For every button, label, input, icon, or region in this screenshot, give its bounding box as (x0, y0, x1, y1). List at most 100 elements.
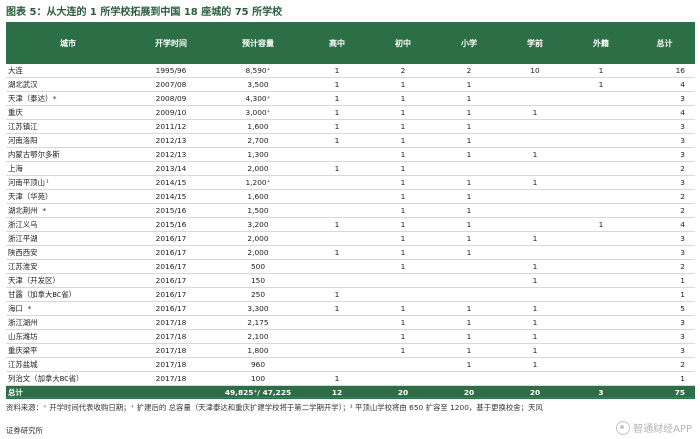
cell-foreign (568, 203, 634, 219)
watermark-logo-icon (616, 420, 631, 435)
cell-capacity: 3,000⁺ (212, 105, 304, 121)
cell-high (304, 189, 370, 205)
cell-city: 浙江平湖 (6, 231, 130, 247)
table-row: 湖北武汉 2007/08 3,500 1 1 1 1 4 (6, 77, 695, 93)
cell-capacity: 1,600 (212, 189, 304, 205)
cell-preschool: 1 (502, 329, 568, 345)
table-row: 江苏镇江 2011/12 1,600 1 1 1 3 (6, 119, 695, 135)
cell-city: 列治文（加拿大BC省） (6, 371, 130, 387)
cell-preschool (502, 217, 568, 233)
cell-city: 天津（华苑） (6, 189, 130, 205)
cell-primary: 1 (436, 119, 502, 135)
cell-city: 天津（开发区） (6, 273, 130, 289)
cell-preschool: 1 (502, 273, 568, 289)
cell-open-date: 2016/17 (130, 301, 212, 317)
footnote: 资料来源：⁺ 开学时间代表收购日期；⁺ 扩建后的 总容量（天津泰达和重庆扩建学校… (6, 403, 543, 412)
cell-city: 浙江湖州 (6, 315, 130, 331)
cell-row-total: 1 (634, 273, 695, 289)
cell-preschool: 1 (502, 105, 568, 121)
cell-preschool: 1 (502, 315, 568, 331)
cell-high (304, 315, 370, 331)
cell-middle (370, 287, 436, 303)
footnote-divider (6, 397, 695, 398)
cell-open-date: 2016/17 (130, 231, 212, 247)
cell-primary: 1 (436, 329, 502, 345)
cell-middle: 1 (370, 231, 436, 247)
cell-open-date: 1995/96 (130, 64, 212, 79)
cell-preschool (502, 133, 568, 149)
cell-preschool (502, 245, 568, 261)
header-total: 总计 (656, 38, 673, 48)
cell-city: 浙江义乌 (6, 217, 130, 233)
cell-preschool (502, 161, 568, 177)
cell-foreign (568, 147, 634, 163)
cell-city: 江苏镇江 (6, 119, 130, 135)
cell-row-total: 4 (634, 217, 695, 233)
cell-middle: 1 (370, 343, 436, 359)
cell-open-date: 2017/18 (130, 371, 212, 387)
table-row: 海口 * 2016/17 3,300 1 1 1 1 5 (6, 301, 695, 317)
cell-capacity: 1,200⁺ (212, 175, 304, 191)
cell-high: 1 (304, 91, 370, 107)
cell-capacity: 3,500 (212, 77, 304, 93)
cell-open-date: 2015/16 (130, 203, 212, 219)
cell-high: 1 (304, 217, 370, 233)
cell-foreign (568, 301, 634, 317)
cell-high: 1 (304, 77, 370, 93)
cell-open-date: 2017/18 (130, 343, 212, 359)
cell-capacity: 1,800 (212, 343, 304, 359)
cell-preschool (502, 91, 568, 107)
cell-row-total: 1 (634, 371, 695, 387)
cell-city: 湖北武汉 (6, 77, 130, 93)
cell-foreign (568, 245, 634, 261)
cell-primary (436, 371, 502, 387)
cell-row-total: 5 (634, 301, 695, 317)
cell-high: 1 (304, 105, 370, 121)
header-high-school: 高中 (329, 38, 345, 48)
cell-preschool: 1 (502, 231, 568, 247)
cell-primary: 1 (436, 189, 502, 205)
schools-table-wrap: 城市 开学时间 预计容量 高中 初中 小学 学前 外籍 总计 大连 1995/96… (6, 22, 695, 400)
cell-capacity: 960 (212, 357, 304, 373)
cell-city: 陕西西安 (6, 245, 130, 261)
cell-preschool: 1 (502, 357, 568, 373)
cell-row-total: 4 (634, 77, 695, 93)
cell-middle: 1 (370, 315, 436, 331)
cell-foreign (568, 287, 634, 303)
cell-primary: 1 (436, 133, 502, 149)
cell-row-total: 3 (634, 133, 695, 149)
cell-high (304, 343, 370, 359)
cell-preschool (502, 189, 568, 205)
cell-open-date: 2016/17 (130, 273, 212, 289)
cell-foreign (568, 175, 634, 191)
cell-row-total: 2 (634, 161, 695, 177)
header-foreign: 外籍 (593, 38, 609, 48)
cell-primary: 1 (436, 91, 502, 107)
cell-high: 1 (304, 287, 370, 303)
cell-middle: 1 (370, 175, 436, 191)
cell-capacity: 1,300 (212, 147, 304, 163)
cell-city: 大连 (6, 64, 130, 79)
cell-open-date: 2009/10 (130, 105, 212, 121)
cell-open-date: 2007/08 (130, 77, 212, 93)
table-row: 浙江湖州 2017/18 2,175 1 1 1 3 (6, 315, 695, 331)
header-city: 城市 (60, 38, 76, 48)
cell-row-total: 16 (634, 64, 695, 79)
cell-preschool: 1 (502, 147, 568, 163)
cell-middle: 1 (370, 161, 436, 177)
cell-open-date: 2008/09 (130, 91, 212, 107)
cell-open-date: 2012/13 (130, 147, 212, 163)
cell-foreign (568, 105, 634, 121)
cell-preschool (502, 119, 568, 135)
cell-foreign (568, 133, 634, 149)
cell-middle: 1 (370, 91, 436, 107)
cell-high (304, 203, 370, 219)
cell-open-date: 2017/18 (130, 357, 212, 373)
cell-preschool: 1 (502, 175, 568, 191)
cell-foreign: 1 (568, 217, 634, 233)
cell-row-total: 4 (634, 105, 695, 121)
table-row: 重庆梁平 2017/18 1,800 1 1 1 3 (6, 343, 695, 359)
cell-middle (370, 273, 436, 289)
cell-foreign (568, 119, 634, 135)
cell-open-date: 2016/17 (130, 245, 212, 261)
